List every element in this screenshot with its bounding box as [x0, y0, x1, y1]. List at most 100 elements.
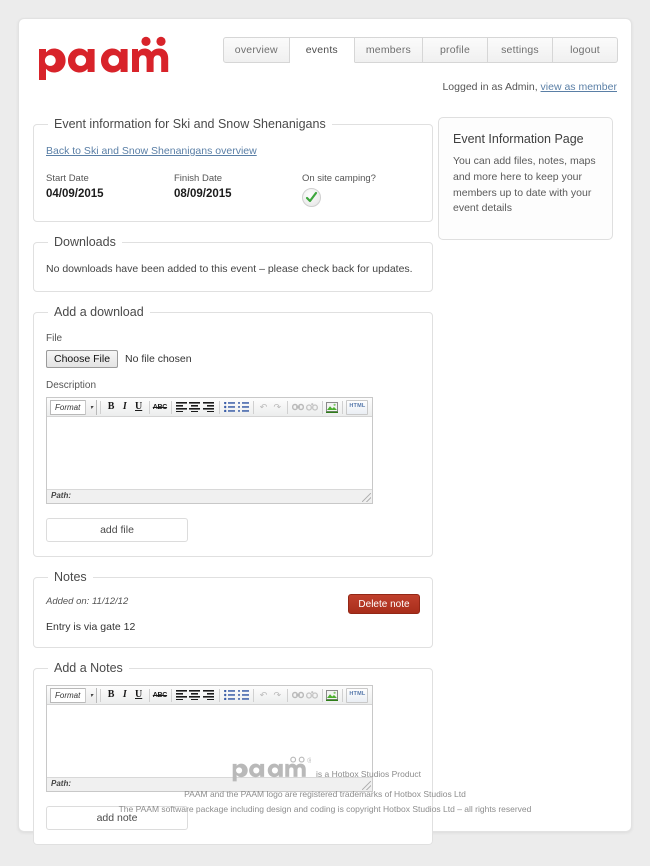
insert-image-icon[interactable]: [326, 688, 339, 703]
file-field-label: File: [46, 333, 63, 344]
unlink-icon: [305, 688, 318, 703]
align-left-icon[interactable]: [175, 688, 188, 703]
editor-status-bar: Path:: [47, 489, 372, 503]
chevron-down-icon: ▾: [85, 399, 97, 415]
page-root: overview events members profile settings…: [0, 0, 650, 866]
format-dropdown[interactable]: Format ▾: [50, 687, 98, 703]
bullet-list-icon[interactable]: [223, 688, 236, 703]
finish-date-cell: Finish Date 08/09/2015: [174, 173, 302, 200]
toolbar-divider: [148, 688, 150, 702]
toolbar-divider: [287, 688, 288, 702]
main-navigation[interactable]: overview events members profile settings…: [222, 37, 618, 63]
redo-icon: ↷: [273, 689, 282, 700]
underline-icon[interactable]: U: [132, 688, 145, 703]
add-download-legend: Add a download: [54, 305, 144, 319]
event-information-panel: Event Information Page You can add files…: [438, 117, 613, 240]
toolbar-divider: [218, 400, 220, 414]
toolbar-divider: [100, 400, 102, 414]
numbered-list-icon[interactable]: [237, 688, 250, 703]
footer-copyright-line: The PAAM software package including desi…: [118, 804, 532, 815]
italic-icon[interactable]: I: [119, 400, 132, 415]
start-date-cell: Start Date 04/09/2015: [46, 173, 174, 200]
event-dates-row: Start Date 04/09/2015 Finish Date 08/09/…: [46, 173, 420, 207]
footer-logo-row: ® is a Hotbox Studios Product: [19, 756, 631, 782]
align-center-icon[interactable]: [189, 688, 202, 703]
sidebar-title: Event Information Page: [453, 132, 584, 146]
nav-tab-events[interactable]: events: [289, 37, 355, 63]
download-description-editor[interactable]: Format ▾ B I U ABC ↶ ↷ HTML Path:: [46, 397, 373, 504]
back-to-overview-link[interactable]: Back to Ski and Snow Shenanigans overvie…: [46, 145, 257, 157]
editor-toolbar[interactable]: Format ▾ B I U ABC ↶ ↷ HTML: [47, 398, 372, 417]
toolbar-divider: [321, 400, 323, 414]
footer-paam-logo: ®: [232, 756, 311, 782]
bold-icon[interactable]: B: [105, 688, 118, 703]
sidebar-column: Event Information Page You can add files…: [438, 117, 613, 240]
chevron-down-icon: ▾: [85, 687, 97, 703]
finish-date-value: 08/09/2015: [174, 188, 232, 200]
insert-image-icon[interactable]: [326, 400, 339, 415]
downloads-legend: Downloads: [54, 235, 116, 249]
toolbar-divider: [170, 688, 172, 702]
main-column: Event information for Ski and Snow Shena…: [33, 117, 433, 858]
paam-logo: [35, 35, 175, 81]
delete-note-button[interactable]: Delete note: [348, 594, 420, 614]
format-dropdown[interactable]: Format ▾: [50, 399, 98, 415]
undo-icon: ↶: [259, 401, 268, 412]
resize-handle-icon[interactable]: [362, 493, 371, 502]
toolbar-divider: [321, 688, 323, 702]
page-header: overview events members profile settings…: [19, 19, 631, 93]
redo-icon: ↷: [273, 401, 282, 412]
nav-tab-profile[interactable]: profile: [423, 37, 488, 63]
toolbar-divider: [252, 400, 254, 414]
numbered-list-icon[interactable]: [237, 400, 250, 415]
downloads-section: Downloads No downloads have been added t…: [33, 235, 433, 292]
start-date-value: 04/09/2015: [46, 188, 104, 200]
align-right-icon[interactable]: [202, 688, 215, 703]
strikethrough-icon[interactable]: ABC: [153, 400, 168, 415]
html-source-icon[interactable]: HTML: [346, 399, 369, 415]
page-footer: ® is a Hotbox Studios Product PAAM and t…: [19, 756, 631, 817]
link-icon: [291, 400, 305, 415]
notes-section: Notes Delete note Added on: 11/12/12 Ent…: [33, 570, 433, 648]
footer-tagline: is a Hotbox Studios Product: [316, 769, 421, 780]
finish-date-label: Finish Date: [174, 173, 223, 184]
underline-icon[interactable]: U: [132, 400, 145, 415]
editor-content-area[interactable]: [47, 417, 372, 489]
file-status-text: No file chosen: [125, 353, 192, 365]
file-input-row[interactable]: Choose File No file chosen: [46, 350, 420, 368]
italic-icon[interactable]: I: [119, 688, 132, 703]
toolbar-divider: [342, 688, 343, 702]
footer-trademark-line: PAAM and the PAAM logo are registered tr…: [184, 789, 466, 800]
bold-icon[interactable]: B: [105, 400, 118, 415]
unlink-icon: [305, 400, 318, 415]
content-area: Event information for Ski and Snow Shena…: [19, 89, 631, 858]
description-field-label: Description: [46, 380, 97, 391]
nav-tab-members[interactable]: members: [354, 37, 423, 63]
bullet-list-icon[interactable]: [223, 400, 236, 415]
format-dropdown-label: Format: [55, 690, 81, 700]
notes-legend: Notes: [54, 570, 87, 584]
toolbar-divider: [252, 688, 254, 702]
add-note-legend: Add a Notes: [54, 661, 123, 675]
add-file-button[interactable]: add file: [46, 518, 188, 542]
nav-tab-overview[interactable]: overview: [222, 37, 290, 63]
add-download-section: Add a download File Choose File No file …: [33, 305, 433, 557]
align-right-icon[interactable]: [202, 400, 215, 415]
html-source-icon[interactable]: HTML: [346, 687, 369, 703]
on-site-camping-label: On site camping?: [302, 173, 376, 184]
choose-file-button[interactable]: Choose File: [46, 350, 119, 368]
on-site-camping-cell: On site camping?: [302, 173, 376, 207]
link-icon: [291, 688, 305, 703]
strikethrough-icon[interactable]: ABC: [153, 688, 168, 703]
nav-tab-logout[interactable]: logout: [553, 37, 618, 63]
nav-tab-settings[interactable]: settings: [488, 37, 553, 63]
add-note-section: Add a Notes Format ▾ B I U ABC ↶ ↷ HTML …: [33, 661, 433, 845]
editor-toolbar[interactable]: Format ▾ B I U ABC ↶ ↷ HTML: [47, 686, 372, 705]
align-left-icon[interactable]: [175, 400, 188, 415]
note-entry-text: Entry is via gate 12: [46, 621, 136, 633]
toolbar-divider: [287, 400, 288, 414]
event-information-legend: Event information for Ski and Snow Shena…: [54, 117, 326, 131]
align-center-icon[interactable]: [189, 400, 202, 415]
toolbar-divider: [148, 400, 150, 414]
checkmark-icon: [302, 188, 321, 207]
